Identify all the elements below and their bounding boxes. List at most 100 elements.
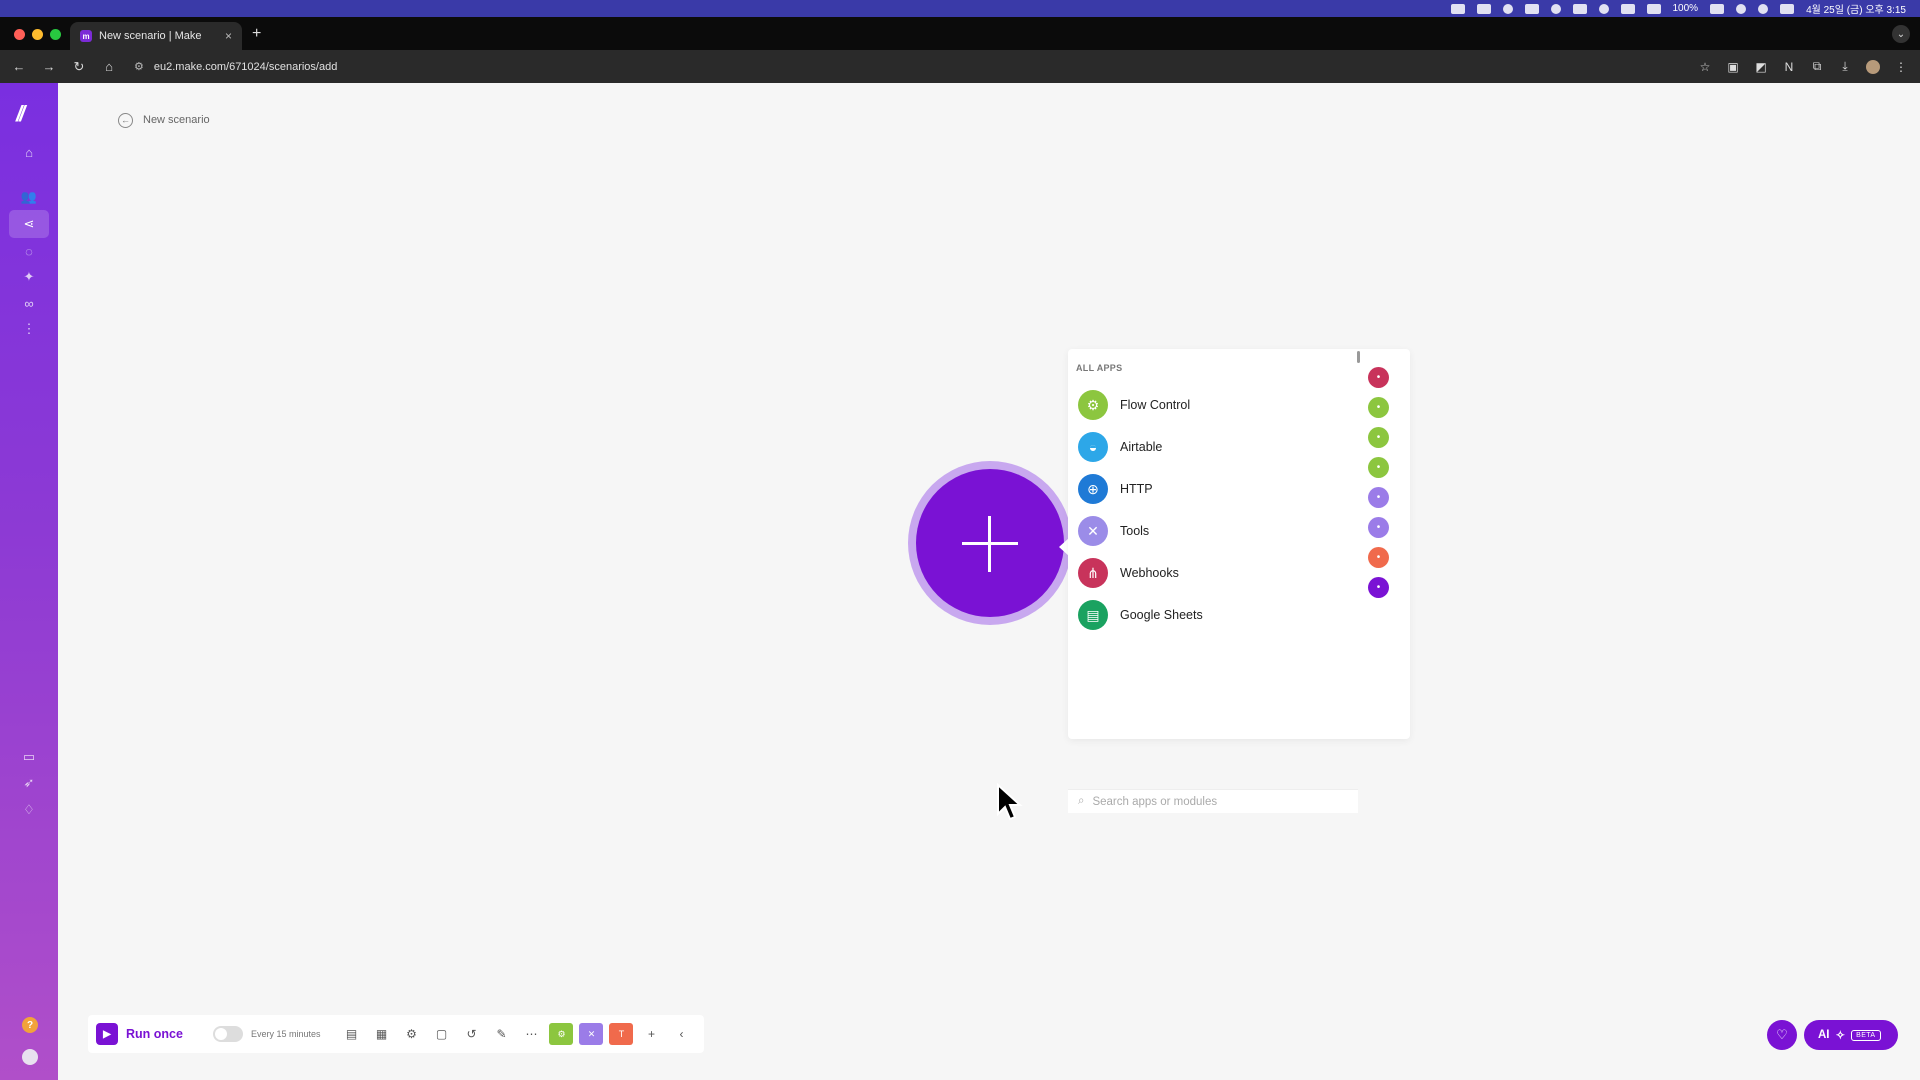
docs-book-icon[interactable]: ▭ [9,743,49,771]
close-window-button[interactable] [14,29,25,40]
bookmark-star-icon[interactable]: ☆ [1698,60,1712,74]
zoom-window-button[interactable] [50,29,61,40]
close-tab-icon[interactable]: × [225,29,232,43]
flow-control-shortcut[interactable]: ⚙ [549,1023,574,1045]
app-item[interactable]: ▤ Google Sheets [1078,594,1363,634]
notion-extension-icon[interactable]: N [1782,60,1796,74]
profile-avatar[interactable] [1866,59,1880,74]
schedule-toggle[interactable] [212,1026,243,1042]
home-icon[interactable]: ⌂ [102,59,116,75]
help-icon[interactable]: ? [22,1017,38,1033]
app-item[interactable]: ⊕ HTTP [1078,468,1363,510]
save-icon[interactable]: ▤ [336,1027,366,1041]
lightbulb-tips-button[interactable]: ♡ [1767,1020,1797,1050]
app-item[interactable]: ◒ Airtable [1078,426,1363,468]
module-shortcut-icon[interactable]: • [1368,397,1389,418]
left-sidebar: // ⌂ 👥 ⋖ ◌ ✦ ∞ ⋮ ▭ ➶ ♢ ? [0,83,58,1080]
app-item-label: Tools [1120,524,1150,538]
make-logo-icon[interactable]: // [16,101,25,127]
extensions-puzzle-icon[interactable]: ⧉ [1810,59,1824,74]
app-item[interactable]: ⋔ Webhooks [1078,552,1363,594]
app-item-label: HTTP [1120,482,1153,496]
spotlight-icon[interactable] [1758,3,1769,14]
tools-icon: ✕ [1078,516,1108,546]
wifi-icon[interactable] [1736,3,1747,14]
clock[interactable]: 4월 25일 (금) 오후 3:15 [1806,1,1906,16]
user-avatar[interactable] [22,1049,38,1065]
team-icon[interactable]: 👥 [9,183,49,211]
notes-icon[interactable]: ▢ [426,1027,456,1041]
collapse-chevron-icon[interactable]: ‹ [666,1027,696,1041]
minimize-window-button[interactable] [32,29,43,40]
add-module-button[interactable] [916,469,1064,617]
search-apps-input[interactable] [1092,795,1333,808]
globe-icon: ⊕ [1078,474,1108,504]
app-item[interactable]: ⚙ Flow Control [1078,384,1363,426]
home-icon[interactable]: ⌂ [9,138,49,166]
back-arrow-icon[interactable]: ← [12,59,26,75]
module-shortcut-icon[interactable]: • [1368,457,1389,478]
new-tab-button[interactable]: + [252,25,261,43]
status-icon[interactable] [1524,3,1539,14]
scenario-title[interactable]: New scenario [143,114,210,126]
download-icon[interactable]: ⤓ [1838,59,1852,74]
tab-search-button[interactable]: ⌄ [1892,25,1910,43]
webhook-icon: ⋔ [1078,558,1108,588]
add-shortcut-icon[interactable]: + [636,1027,666,1041]
browser-menu-icon[interactable]: ⋮ [1894,60,1908,74]
webhooks-link-icon[interactable]: ∞ [9,289,49,317]
app-item-label: Flow Control [1120,398,1191,412]
bluetooth-icon[interactable] [1598,3,1609,14]
run-once-button[interactable]: ▶ Run once [96,1023,197,1045]
scenarios-icon[interactable]: ⋖ [9,210,49,238]
module-shortcut-icon[interactable]: • [1368,577,1389,598]
picker-scrollbar[interactable] [1357,351,1360,363]
plus-icon [988,516,991,572]
extension-icon[interactable]: ▣ [1726,60,1740,74]
status-icon[interactable] [1502,3,1513,14]
url-text[interactable]: eu2.make.com/671024/scenarios/add [154,61,337,73]
connections-icon[interactable]: ◌ [9,237,49,265]
address-bar[interactable]: ⚙ eu2.make.com/671024/scenarios/add [134,60,337,74]
auto-align-wand-icon[interactable]: ✎ [486,1027,516,1041]
reload-icon[interactable]: ↻ [72,59,86,75]
volume-icon[interactable] [1620,3,1635,14]
settings-gear-icon[interactable]: ⚙ [396,1027,426,1041]
back-arrow-icon[interactable]: ← [118,112,133,128]
module-shortcut-icon[interactable]: • [1368,367,1389,388]
app-search-bar: ⌕ [1068,789,1358,813]
app-item-label: Google Sheets [1120,608,1203,622]
tools-shortcut[interactable]: ✕ [579,1023,604,1045]
module-shortcut-icon[interactable]: • [1368,517,1389,538]
notifications-bell-icon[interactable]: ♢ [9,796,49,824]
apps-puzzle-icon[interactable]: ✦ [9,263,49,291]
undo-icon[interactable]: ↺ [456,1027,486,1041]
ai-assistant-button[interactable]: AI ✧ BETA [1804,1020,1898,1050]
rocket-icon[interactable]: ➶ [9,769,49,797]
more-icon[interactable]: ⋮ [9,315,49,343]
text-parser-shortcut[interactable]: T [609,1023,634,1045]
browser-tab-active[interactable]: m New scenario | Make × [70,22,242,50]
ai-label: AI [1818,1029,1830,1041]
extension-icon[interactable]: ◩ [1754,60,1768,74]
gear-icon: ⚙ [1078,390,1108,420]
app-item[interactable]: ✕ Tools [1078,510,1363,552]
status-icon[interactable] [1450,3,1465,14]
site-info-icon[interactable]: ⚙ [134,60,144,73]
forward-arrow-icon[interactable]: → [42,59,56,75]
scheduling-icon[interactable]: ▦ [366,1027,396,1041]
control-center-icon[interactable] [1780,3,1795,14]
schedule-label[interactable]: Every 15 minutes [251,1029,321,1039]
module-shortcut-icon[interactable]: • [1368,427,1389,448]
battery-icon[interactable] [1710,3,1725,14]
module-shortcut-icon[interactable]: • [1368,487,1389,508]
module-shortcut-icon[interactable]: • [1368,547,1389,568]
airtable-icon: ◒ [1078,432,1108,462]
status-icon[interactable] [1476,3,1491,14]
status-icon[interactable] [1572,3,1587,14]
keyboard-icon[interactable] [1646,3,1661,14]
more-options-icon[interactable]: ⋯ [516,1027,546,1041]
play-icon: ▶ [96,1023,118,1045]
battery-percent[interactable]: 100% [1673,3,1699,14]
status-icon[interactable] [1550,3,1561,14]
